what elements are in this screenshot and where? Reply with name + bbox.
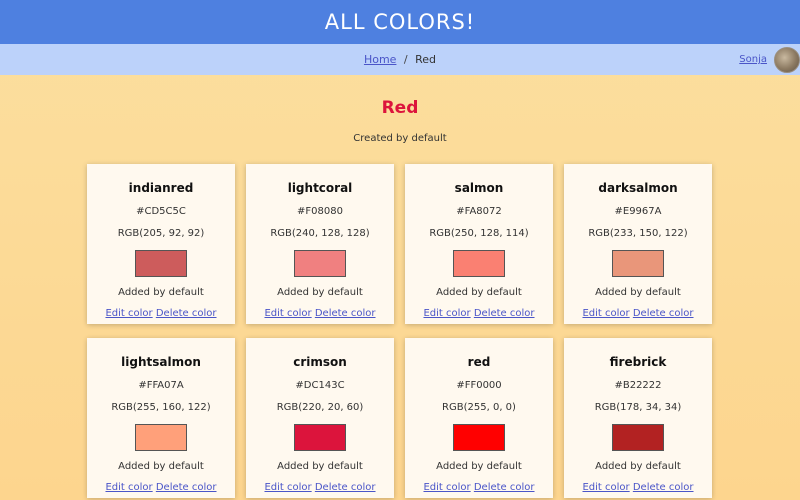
delete-color-link[interactable]: Delete color [633,482,694,493]
nav-bar: Home / Red [0,44,800,75]
color-hex: #FF0000 [456,380,502,391]
color-hex: #F08080 [297,206,343,217]
delete-color-link[interactable]: Delete color [474,482,535,493]
color-rgb: RGB(220, 20, 60) [276,402,364,413]
color-card: firebrick #B22222 RGB(178, 34, 34) Added… [564,338,712,498]
color-name: lightsalmon [121,355,201,369]
delete-color-link[interactable]: Delete color [474,308,535,319]
breadcrumb-separator: / [403,53,408,66]
color-name: darksalmon [598,181,678,195]
color-rgb: RGB(178, 34, 34) [594,402,682,413]
color-card: red #FF0000 RGB(255, 0, 0) Added by defa… [405,338,553,498]
delete-color-link[interactable]: Delete color [156,308,217,319]
delete-color-link[interactable]: Delete color [633,308,694,319]
added-by-label: Added by default [277,461,363,472]
color-card: lightsalmon #FFA07A RGB(255, 160, 122) A… [87,338,235,498]
edit-color-link[interactable]: Edit color [582,482,629,493]
color-name: firebrick [609,355,667,369]
delete-color-link[interactable]: Delete color [315,308,376,319]
color-name: salmon [454,181,504,195]
edit-color-link[interactable]: Edit color [423,482,470,493]
color-card: crimson #DC143C RGB(220, 20, 60) Added b… [246,338,394,498]
added-by-label: Added by default [277,287,363,298]
color-rgb: RGB(205, 92, 92) [117,228,205,239]
card-actions: Edit color Delete color [582,308,693,319]
added-by-label: Added by default [118,287,204,298]
color-hex: #CD5C5C [136,206,186,217]
delete-color-link[interactable]: Delete color [156,482,217,493]
edit-color-link[interactable]: Edit color [105,308,152,319]
card-actions: Edit color Delete color [264,482,375,493]
color-rgb: RGB(240, 128, 128) [270,228,370,239]
added-by-label: Added by default [595,461,681,472]
card-actions: Edit color Delete color [582,482,693,493]
color-rgb: RGB(250, 128, 114) [429,228,529,239]
card-actions: Edit color Delete color [423,482,534,493]
color-hex: #B22222 [614,380,662,391]
color-card: indianred #CD5C5C RGB(205, 92, 92) Added… [87,164,235,324]
color-swatch [612,250,664,277]
page-heading: Red [381,98,419,118]
color-card: salmon #FA8072 RGB(250, 128, 114) Added … [405,164,553,324]
user-area: Sonja [739,44,800,75]
color-swatch [453,424,505,451]
color-swatch [453,250,505,277]
top-banner: ALL COLORS! [0,0,800,44]
added-by-label: Added by default [436,287,522,298]
breadcrumb: Home / Red [364,53,436,66]
user-profile-link[interactable]: Sonja [739,54,767,65]
color-hex: #FA8072 [456,206,502,217]
breadcrumb-current: Red [415,53,437,66]
added-by-label: Added by default [118,461,204,472]
page-subtitle: Created by default [353,133,447,144]
card-actions: Edit color Delete color [423,308,534,319]
delete-color-link[interactable]: Delete color [315,482,376,493]
color-hex: #DC143C [295,380,345,391]
color-swatch [135,424,187,451]
color-swatch [612,424,664,451]
color-rgb: RGB(255, 160, 122) [111,402,211,413]
color-card-grid: indianred #CD5C5C RGB(205, 92, 92) Added… [87,164,712,498]
color-name: lightcoral [287,181,353,195]
color-swatch [135,250,187,277]
color-hex: #FFA07A [138,380,184,391]
added-by-label: Added by default [595,287,681,298]
color-card: lightcoral #F08080 RGB(240, 128, 128) Ad… [246,164,394,324]
card-actions: Edit color Delete color [264,308,375,319]
app-title: ALL COLORS! [324,10,476,34]
color-name: crimson [293,355,347,369]
color-swatch [294,424,346,451]
color-rgb: RGB(233, 150, 122) [588,228,688,239]
color-name: indianred [128,181,194,195]
edit-color-link[interactable]: Edit color [264,308,311,319]
color-rgb: RGB(255, 0, 0) [442,402,516,413]
color-hex: #E9967A [614,206,662,217]
breadcrumb-home-link[interactable]: Home [364,53,396,66]
card-actions: Edit color Delete color [105,482,216,493]
color-name: red [467,355,491,369]
added-by-label: Added by default [436,461,522,472]
edit-color-link[interactable]: Edit color [423,308,470,319]
edit-color-link[interactable]: Edit color [264,482,311,493]
edit-color-link[interactable]: Edit color [582,308,629,319]
color-card: darksalmon #E9967A RGB(233, 150, 122) Ad… [564,164,712,324]
card-actions: Edit color Delete color [105,308,216,319]
color-swatch [294,250,346,277]
edit-color-link[interactable]: Edit color [105,482,152,493]
user-avatar[interactable] [774,46,800,73]
